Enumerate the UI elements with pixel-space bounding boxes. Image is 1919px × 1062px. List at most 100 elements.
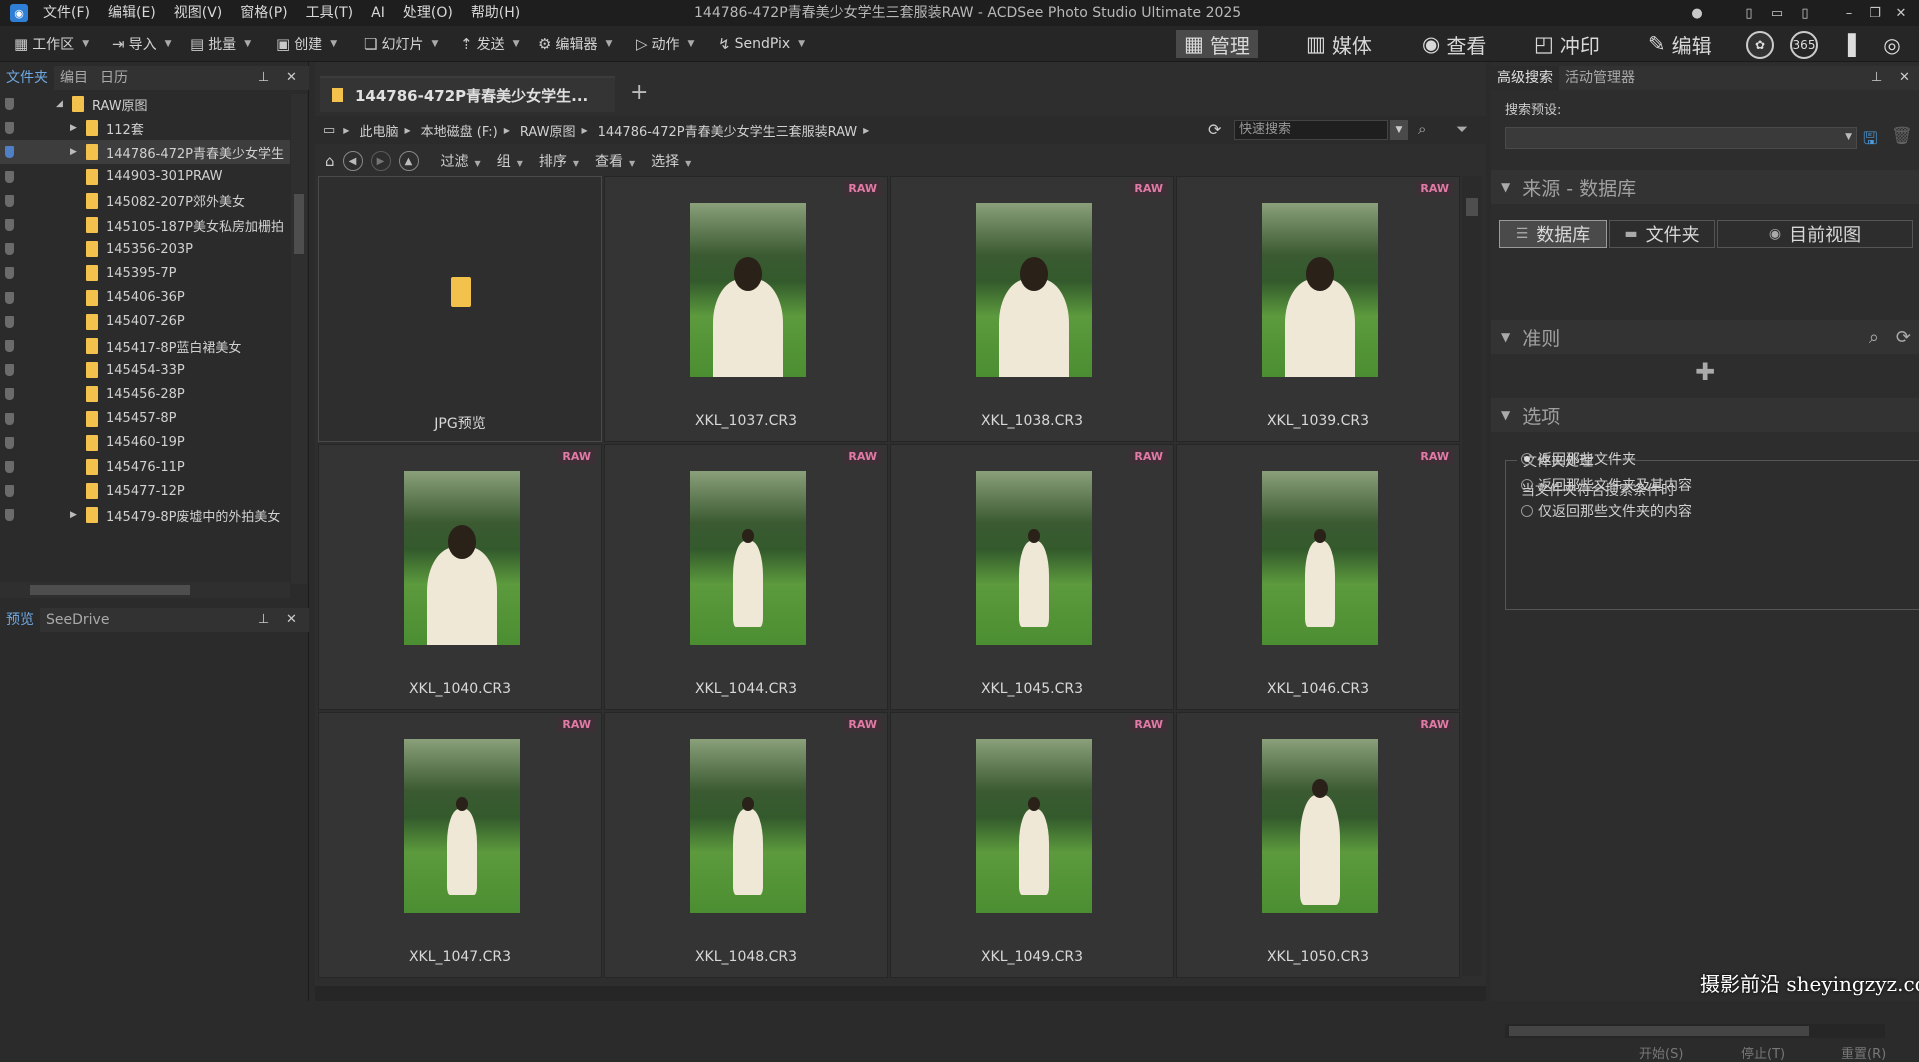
folder-tree-item[interactable]: ▶ 145479-8P废墟中的外拍美女 (0, 503, 290, 527)
chevron-right-icon[interactable]: ▶ (581, 126, 587, 135)
preview-tab-0[interactable]: 预览 (0, 608, 40, 632)
pin-icon[interactable]: ⊥ (258, 70, 269, 85)
source-button-2[interactable]: ◉ 目前视图 (1717, 220, 1913, 248)
breadcrumb-item[interactable]: 144786-472P青春美少女学生三套服装RAW (598, 121, 858, 140)
collapsed-arrow-icon[interactable]: ▶ (70, 123, 77, 133)
image-thumbnail[interactable]: RAW XKL_1039.CR3 (1176, 176, 1460, 442)
source-section-header[interactable]: ▼ 来源 - 数据库 (1491, 170, 1919, 204)
options-hscroll[interactable] (1505, 1024, 1885, 1038)
search-icon[interactable]: ⌕ (1418, 120, 1426, 138)
grid-vscroll[interactable] (1462, 176, 1482, 976)
breadcrumb-item[interactable]: 此电脑 (359, 121, 398, 140)
home-icon[interactable]: ⌂ (325, 152, 335, 170)
folder-tree-item[interactable]: 145454-33P (0, 358, 290, 382)
subbar-menu-3[interactable]: 查看 ▼ (595, 151, 635, 171)
folder-option-radio-0[interactable]: 返回那些文件夹 (1521, 449, 1636, 469)
forward-icon[interactable]: ▶ (370, 151, 391, 171)
toolbar-grid-button[interactable]: ▦ 工作区 ▼ (14, 26, 89, 62)
dashboard-chart-icon[interactable]: ▐ (1834, 31, 1862, 59)
menu-item-3[interactable]: 窗格(P) (231, 0, 296, 26)
toolbar-create-button[interactable]: ▣ 创建 ▼ (276, 26, 337, 62)
minimize-button[interactable]: – (1836, 4, 1862, 22)
folder-thumbnail[interactable]: JPG预览 (318, 176, 602, 442)
left-tab-2[interactable]: 日历 (94, 66, 134, 90)
image-thumbnail[interactable]: RAW XKL_1045.CR3 (890, 444, 1174, 710)
panel-close-icon[interactable]: ✕ (286, 612, 297, 627)
folder-tree-item[interactable]: 145407-26P (0, 310, 290, 334)
mode-tab-1[interactable]: ▥ 媒体 (1298, 30, 1380, 58)
criteria-section-header[interactable]: ▼ 准则 ⌕ ⟳ (1491, 320, 1919, 354)
radio-button[interactable] (1521, 505, 1533, 517)
account-icon[interactable]: ● (1684, 4, 1710, 22)
panel-close-icon[interactable]: ✕ (286, 70, 297, 85)
panel-close-icon[interactable]: ✕ (1899, 70, 1910, 85)
image-thumbnail[interactable]: RAW XKL_1050.CR3 (1176, 712, 1460, 978)
folder-tree-item[interactable]: 145417-8P蓝白裙美女 (0, 334, 290, 358)
breadcrumb-item[interactable]: 本地磁盘 (F:) (421, 121, 498, 140)
up-icon[interactable]: ▲ (398, 151, 419, 171)
tree-hscroll[interactable] (0, 582, 290, 598)
menu-item-4[interactable]: 工具(T) (297, 0, 362, 26)
folder-tree-item[interactable]: 145456-28P (0, 382, 290, 406)
subbar-menu-2[interactable]: 排序 ▼ (539, 151, 579, 171)
image-thumbnail[interactable]: RAW XKL_1040.CR3 (318, 444, 602, 710)
app-logo-icon[interactable]: ◉ (10, 4, 28, 22)
search-action-button-0[interactable]: 开始(S) (1639, 1043, 1683, 1062)
radio-button[interactable] (1521, 479, 1533, 491)
delete-icon[interactable]: 🗑 (1891, 126, 1913, 146)
toolbar-batch-button[interactable]: ▤ 批量 ▼ (190, 26, 251, 62)
menu-item-0[interactable]: 文件(F) (34, 0, 99, 26)
radio-button[interactable] (1521, 453, 1533, 465)
image-thumbnail[interactable]: RAW XKL_1046.CR3 (1176, 444, 1460, 710)
layout-right-icon[interactable]: ▯ (1792, 4, 1818, 22)
breadcrumb-item[interactable]: RAW原图 (520, 121, 576, 140)
image-thumbnail[interactable]: RAW XKL_1038.CR3 (890, 176, 1174, 442)
folder-tree-item[interactable]: 145406-36P (0, 286, 290, 310)
menu-item-2[interactable]: 视图(V) (165, 0, 232, 26)
subbar-menu-0[interactable]: 过滤 ▼ (441, 151, 481, 171)
expanded-arrow-icon[interactable]: ◢ (56, 99, 63, 109)
folder-tree-item[interactable]: 145395-7P (0, 261, 290, 285)
restore-button[interactable]: ❐ (1862, 4, 1888, 22)
image-thumbnail[interactable]: RAW XKL_1047.CR3 (318, 712, 602, 978)
close-button[interactable]: ✕ (1888, 4, 1914, 22)
acdsee-365-icon[interactable]: 365 (1790, 31, 1818, 59)
search-action-button-1[interactable]: 停止(T) (1741, 1043, 1785, 1062)
search-preset-select[interactable]: ▼ (1505, 127, 1857, 149)
mode-tab-2[interactable]: ◉ 查看 (1414, 30, 1494, 58)
source-button-1[interactable]: ▬ 文件夹 (1609, 220, 1715, 248)
pin-icon[interactable]: ⊥ (258, 612, 269, 627)
folder-tree-item[interactable]: ▶ 112套 (0, 116, 290, 140)
menu-item-6[interactable]: 处理(O) (394, 0, 462, 26)
search-action-button-2[interactable]: 重置(R) (1841, 1043, 1886, 1062)
subbar-menu-1[interactable]: 组 ▼ (497, 151, 523, 171)
layout-bottom-icon[interactable]: ▭ (1764, 4, 1790, 22)
new-tab-button[interactable]: + (630, 80, 648, 105)
preview-tab-1[interactable]: SeeDrive (40, 608, 115, 632)
toolbar-slideshow-button[interactable]: ❏ 幻灯片 ▼ (364, 26, 438, 62)
source-button-0[interactable]: ☰ 数据库 (1499, 220, 1607, 248)
tree-vscroll[interactable] (291, 94, 307, 584)
folder-tree-item[interactable]: 145105-187P美女私房加栅拍 (0, 213, 290, 237)
mode-tab-0[interactable]: ▦ 管理 (1176, 30, 1258, 58)
back-icon[interactable]: ◀ (342, 151, 363, 171)
image-thumbnail[interactable]: RAW XKL_1037.CR3 (604, 176, 888, 442)
pin-icon[interactable]: ⊥ (1871, 70, 1882, 85)
folder-tree-item[interactable]: 145082-207P郊外美女 (0, 189, 290, 213)
chevron-right-icon[interactable]: ▶ (404, 126, 410, 135)
toolbar-action-button[interactable]: ▷ 动作 ▼ (636, 26, 694, 62)
toolbar-send-button[interactable]: ⇡ 发送 ▼ (460, 26, 520, 62)
folder-tree-item[interactable]: 145477-12P (0, 479, 290, 503)
quick-search-input[interactable]: 快速搜索 (1234, 120, 1388, 140)
left-tab-0[interactable]: 文件夹 (0, 66, 54, 90)
search-dropdown-button[interactable]: ▼ (1390, 120, 1408, 140)
folder-tree-item[interactable]: 145460-19P (0, 431, 290, 455)
right-tab-1[interactable]: 活动管理器 (1559, 66, 1641, 90)
collapsed-arrow-icon[interactable]: ▶ (70, 147, 77, 157)
options-section-header[interactable]: ▼ 选项 (1491, 398, 1919, 432)
layout-left-icon[interactable]: ▯ (1736, 4, 1762, 22)
mode-tab-3[interactable]: ◰ 冲印 (1526, 30, 1608, 58)
menu-item-1[interactable]: 编辑(E) (99, 0, 165, 26)
folder-option-radio-2[interactable]: 仅返回那些文件夹的内容 (1521, 501, 1692, 521)
menu-item-5[interactable]: AI (362, 0, 394, 26)
